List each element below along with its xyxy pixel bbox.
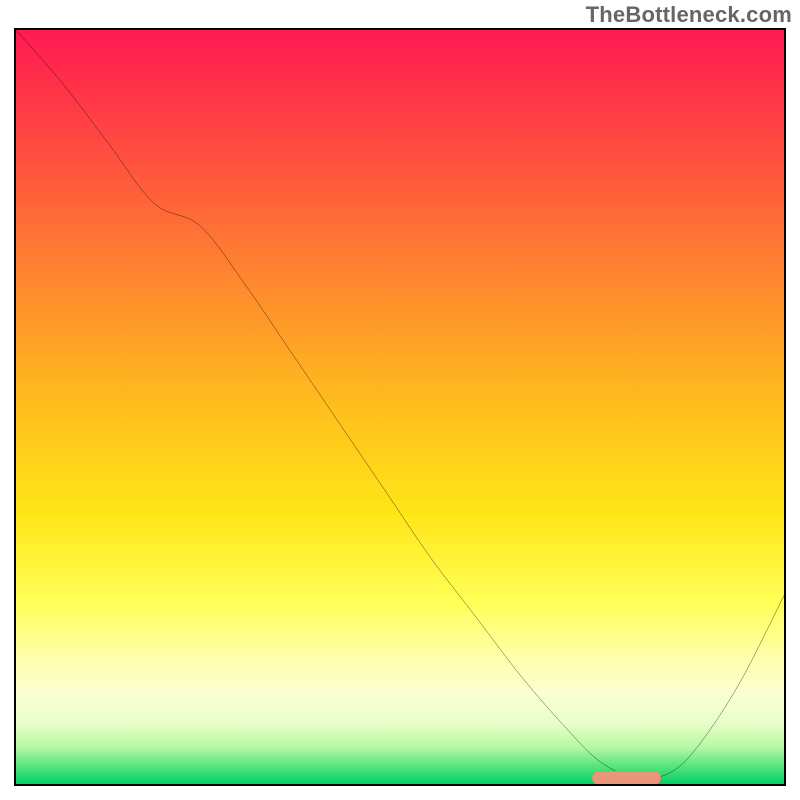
- plot-frame: [14, 28, 786, 786]
- curve-layer: [16, 30, 784, 784]
- watermark-text: TheBottleneck.com: [586, 2, 792, 28]
- chart-stage: TheBottleneck.com: [0, 0, 800, 800]
- bottleneck-curve: [16, 30, 784, 779]
- optimal-range-marker: [592, 771, 661, 785]
